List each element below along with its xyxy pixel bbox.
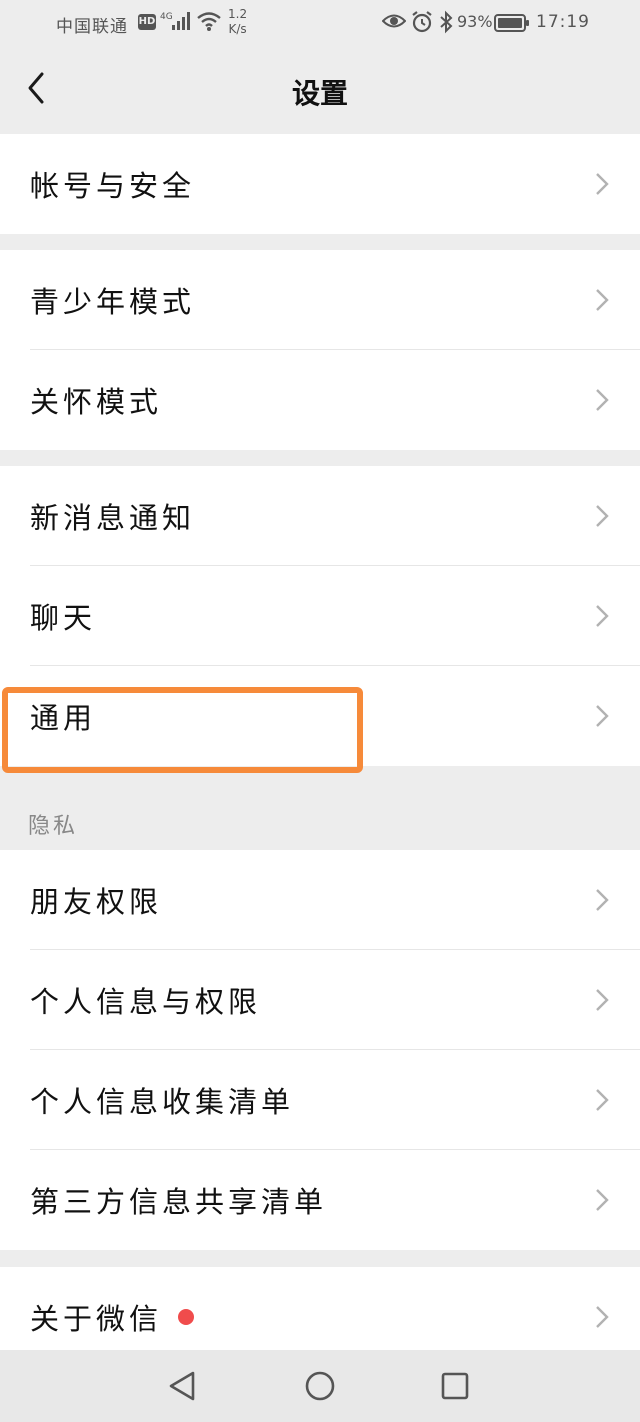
new-badge-dot <box>178 1309 195 1325</box>
row-label: 关怀模式 <box>30 385 163 419</box>
network-speed: 1.2 K/s <box>228 7 247 37</box>
row-teen-mode[interactable]: 青少年模式 <box>0 250 640 350</box>
row-label: 帐号与安全 <box>30 169 196 203</box>
row-friend-permissions[interactable]: 朋友权限 <box>0 850 640 950</box>
speed-unit: K/s <box>228 22 247 36</box>
row-label: 第三方信息共享清单 <box>30 1185 328 1219</box>
speed-value: 1.2 <box>228 7 248 21</box>
general-group: 新消息通知 聊天 通用 <box>0 466 640 766</box>
chevron-right-icon <box>596 705 609 727</box>
about-group: 关于微信 <box>0 1267 640 1350</box>
privacy-group: 朋友权限 个人信息与权限 个人信息收集清单 第三方信息共享清单 <box>0 850 640 1250</box>
row-label: 个人信息与权限 <box>30 985 262 1019</box>
bluetooth-icon <box>438 10 454 38</box>
circle-home-icon <box>305 1371 335 1401</box>
hd-badge: HD <box>138 14 156 30</box>
square-recents-icon <box>441 1372 469 1400</box>
modes-group: 青少年模式 关怀模式 <box>0 250 640 450</box>
row-label: 个人信息收集清单 <box>30 1085 295 1119</box>
row-third-party-sharing-list[interactable]: 第三方信息共享清单 <box>0 1150 640 1250</box>
row-label: 新消息通知 <box>30 501 196 535</box>
row-personal-info-list[interactable]: 个人信息收集清单 <box>0 1050 640 1150</box>
row-about-wechat[interactable]: 关于微信 <box>0 1267 640 1350</box>
battery-percent: 93% <box>457 12 493 31</box>
row-general[interactable]: 通用 <box>0 666 640 766</box>
wifi-icon <box>196 10 222 36</box>
chevron-right-icon <box>596 1189 609 1211</box>
clock: 17:19 <box>536 12 590 32</box>
signal-icon: 4G <box>160 10 192 36</box>
chevron-right-icon <box>596 505 609 527</box>
navigation-bar <box>0 1350 640 1422</box>
nav-recents-button[interactable] <box>437 1368 473 1404</box>
nav-back-button[interactable] <box>164 1368 200 1404</box>
chevron-right-icon <box>596 605 609 627</box>
chevron-right-icon <box>596 173 609 195</box>
chevron-right-icon <box>596 1306 609 1328</box>
triangle-back-icon <box>169 1371 195 1401</box>
battery-icon <box>494 13 530 37</box>
row-care-mode[interactable]: 关怀模式 <box>0 350 640 450</box>
status-bar: 中国联通 HD 4G 1.2 K/s 93% 17:19 <box>0 0 640 48</box>
page-title: 设置 <box>291 77 348 110</box>
row-personal-info-permissions[interactable]: 个人信息与权限 <box>0 950 640 1050</box>
carrier-label: 中国联通 <box>56 17 128 37</box>
alarm-icon <box>410 10 434 38</box>
row-label: 关于微信 <box>30 1296 195 1338</box>
chevron-right-icon <box>596 989 609 1011</box>
chevron-right-icon <box>596 1089 609 1111</box>
row-chat[interactable]: 聊天 <box>0 566 640 666</box>
about-label: 关于微信 <box>30 1302 163 1336</box>
row-label: 青少年模式 <box>30 285 196 319</box>
account-group: 帐号与安全 <box>0 134 640 234</box>
eye-icon <box>381 11 407 35</box>
chevron-right-icon <box>596 289 609 311</box>
row-label: 通用 <box>30 701 97 735</box>
row-account-security[interactable]: 帐号与安全 <box>0 134 640 234</box>
row-new-message-notification[interactable]: 新消息通知 <box>0 466 640 566</box>
nav-home-button[interactable] <box>302 1368 338 1404</box>
chevron-right-icon <box>596 889 609 911</box>
network-type: 4G <box>160 12 173 22</box>
section-title-privacy: 隐私 <box>28 814 79 839</box>
row-label: 朋友权限 <box>30 885 163 919</box>
row-label: 聊天 <box>30 601 97 635</box>
chevron-right-icon <box>596 389 609 411</box>
header: 设置 <box>0 48 640 134</box>
